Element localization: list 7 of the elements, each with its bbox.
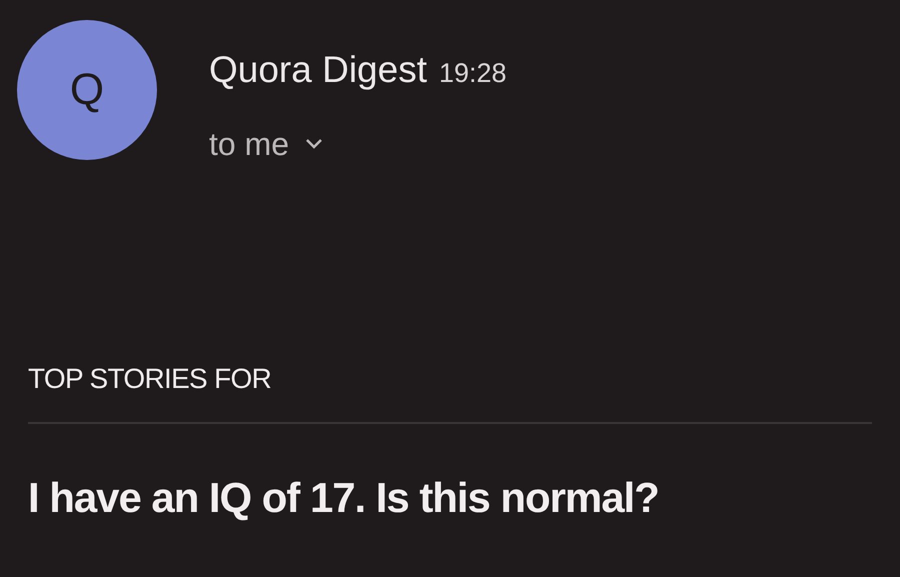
recipient-details-button[interactable]: to me bbox=[209, 120, 507, 168]
section-label: TOP STORIES FOR bbox=[28, 362, 272, 396]
avatar-letter: Q bbox=[70, 64, 104, 116]
story-title: I have an IQ of 17. Is this normal? bbox=[28, 472, 660, 522]
message-time: 19:28 bbox=[439, 57, 507, 90]
chevron-down-icon bbox=[305, 138, 324, 150]
sender-name: Quora Digest bbox=[209, 48, 427, 92]
